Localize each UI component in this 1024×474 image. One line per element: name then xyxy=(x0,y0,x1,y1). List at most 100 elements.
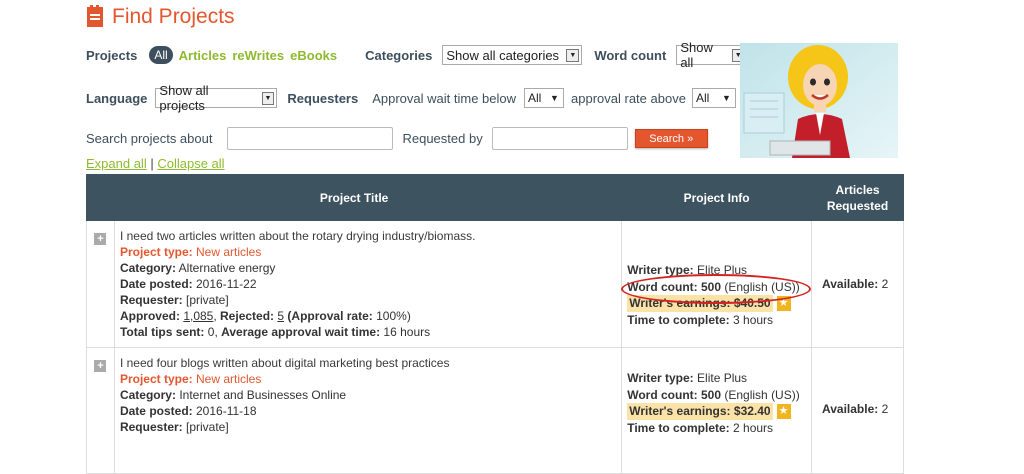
available-cell: Available: 2 xyxy=(811,347,904,474)
word-count-label: Word count xyxy=(594,47,667,63)
expand-cell: + xyxy=(86,347,115,474)
project-type-value: New articles xyxy=(196,372,262,386)
category-value: Alternative energy xyxy=(178,261,276,275)
approval-rate-label: approval rate above xyxy=(571,90,686,106)
categories-select[interactable]: Show all categories ▼ xyxy=(442,45,583,65)
column-header-info[interactable]: Project Info xyxy=(621,174,813,221)
available-label: Available: xyxy=(822,402,879,416)
requested-by-label: Requested by xyxy=(402,131,483,146)
categories-label: Categories xyxy=(365,47,433,63)
language-label: Language xyxy=(86,90,148,106)
requesters-label: Requesters xyxy=(287,90,359,106)
writer-type-value: Elite Plus xyxy=(697,263,748,277)
requester-value: [private] xyxy=(186,420,229,434)
column-header-requested[interactable]: Articles Requested xyxy=(811,174,904,221)
tips-label: Total tips sent: xyxy=(119,325,205,339)
time-value: 2 hours xyxy=(733,420,774,435)
word-count-value: 500 xyxy=(701,279,722,294)
projects-table: Project Title Project Info Articles Requ… xyxy=(85,174,904,474)
category-label: Category: xyxy=(119,388,176,402)
chevron-down-icon: ▼ xyxy=(566,48,580,62)
approval-rate-label: (Approval rate: xyxy=(287,309,373,323)
rejected-label: Rejected: xyxy=(220,309,275,323)
date-label: Date posted: xyxy=(119,277,193,291)
filter-row-projects: Projects All Articles reWrites eBooks Ca… xyxy=(86,40,748,70)
expand-plus-icon[interactable]: + xyxy=(94,233,107,245)
approval-wait-label: Approval wait time below xyxy=(372,90,517,106)
requester-value: [private] xyxy=(186,293,229,307)
approval-wait-select[interactable]: All ▼ xyxy=(524,88,565,108)
word-count-label: Word count: xyxy=(627,387,698,402)
project-type-value: New articles xyxy=(196,245,262,259)
date-value: 2016-11-22 xyxy=(196,277,257,291)
time-label: Time to complete: xyxy=(627,420,730,435)
word-count-select-value: Show all xyxy=(680,40,713,70)
date-label: Date posted: xyxy=(119,404,193,418)
page-header: Find Projects xyxy=(86,5,235,29)
type-filter-rewrites[interactable]: reWrites xyxy=(232,48,284,63)
expand-separator: | xyxy=(150,156,154,171)
wait-value: 16 hours xyxy=(383,325,431,339)
project-title-cell: I need two articles written about the ro… xyxy=(113,220,623,348)
table-header-row: Project Title Project Info Articles Requ… xyxy=(85,174,904,221)
category-label: Category: xyxy=(119,261,176,275)
filter-row-language: Language Show all projects ▼ Requesters … xyxy=(86,83,736,113)
wait-label: Average approval wait time: xyxy=(221,325,381,339)
search-about-input[interactable] xyxy=(227,127,394,150)
project-info-cell: Writer type: Elite Plus Word count: 500 … xyxy=(621,347,813,474)
table-row: + I need two articles written about the … xyxy=(86,220,904,348)
projects-label: Projects xyxy=(86,47,138,63)
approval-rate-select[interactable]: All ▼ xyxy=(691,88,736,108)
language-select[interactable]: Show all projects ▼ xyxy=(155,83,278,113)
word-count-value: 500 xyxy=(701,387,722,402)
project-title[interactable]: I need four blogs written about digital … xyxy=(120,355,617,371)
categories-select-value: Show all categories xyxy=(446,47,560,63)
search-row: Search projects about Requested by Searc… xyxy=(86,127,708,150)
project-type-label: Project type: xyxy=(119,245,193,259)
page-title: Find Projects xyxy=(112,5,235,28)
requester-label: Requester: xyxy=(119,420,183,434)
type-filter-articles[interactable]: Articles xyxy=(179,48,227,63)
writer-type-value: Elite Plus xyxy=(697,371,748,385)
word-count-lang: (English (US)) xyxy=(724,279,800,294)
project-title[interactable]: I need two articles written about the ro… xyxy=(120,228,617,244)
expand-all-link[interactable]: Expand all xyxy=(86,156,147,171)
approved-link[interactable]: 1,085 xyxy=(183,309,213,323)
search-about-label: Search projects about xyxy=(86,131,213,146)
word-count-select[interactable]: Show all ▼ xyxy=(676,40,748,70)
approval-wait-select-value: All xyxy=(528,91,542,105)
time-value: 3 hours xyxy=(733,312,774,327)
date-value: 2016-11-18 xyxy=(196,404,257,418)
expand-plus-icon[interactable]: + xyxy=(94,360,107,372)
writer-type-label: Writer type: xyxy=(627,371,694,385)
chevron-down-icon: ▼ xyxy=(721,93,731,103)
expand-collapse-links: Expand all | Collapse all xyxy=(86,156,225,171)
requested-by-input[interactable] xyxy=(491,127,628,150)
project-title-cell: I need four blogs written about digital … xyxy=(113,347,623,474)
earnings-label: Writer's earnings: xyxy=(629,404,731,418)
search-button[interactable]: Search » xyxy=(634,129,708,148)
available-cell: Available: 2 xyxy=(811,220,904,348)
earnings-value: $32.40 xyxy=(733,404,771,418)
available-label: Available: xyxy=(822,277,879,291)
category-value: Internet and Businesses Online xyxy=(179,388,347,402)
collapse-all-link[interactable]: Collapse all xyxy=(157,156,224,171)
approved-label: Approved: xyxy=(119,309,180,323)
project-type-label: Project type: xyxy=(119,372,193,386)
earnings-label: Writer's earnings: xyxy=(629,296,731,310)
column-header-title[interactable]: Project Title xyxy=(85,174,623,221)
mascot-illustration xyxy=(740,43,898,158)
star-icon: ★ xyxy=(776,403,791,419)
rejected-link[interactable]: 5 xyxy=(277,309,284,323)
earnings-value: $40.50 xyxy=(733,296,771,310)
requester-label: Requester: xyxy=(119,293,183,307)
language-select-value: Show all projects xyxy=(159,83,209,113)
type-filter-ebooks[interactable]: eBooks xyxy=(290,48,337,63)
available-value: 2 xyxy=(881,402,889,416)
writer-type-label: Writer type: xyxy=(627,263,694,277)
expand-cell: + xyxy=(86,220,115,348)
type-filter-all[interactable]: All xyxy=(149,46,173,64)
project-info-cell: Writer type: Elite Plus Word count: 500 … xyxy=(621,220,813,348)
time-label: Time to complete: xyxy=(627,312,730,327)
chevron-down-icon: ▼ xyxy=(261,91,275,105)
